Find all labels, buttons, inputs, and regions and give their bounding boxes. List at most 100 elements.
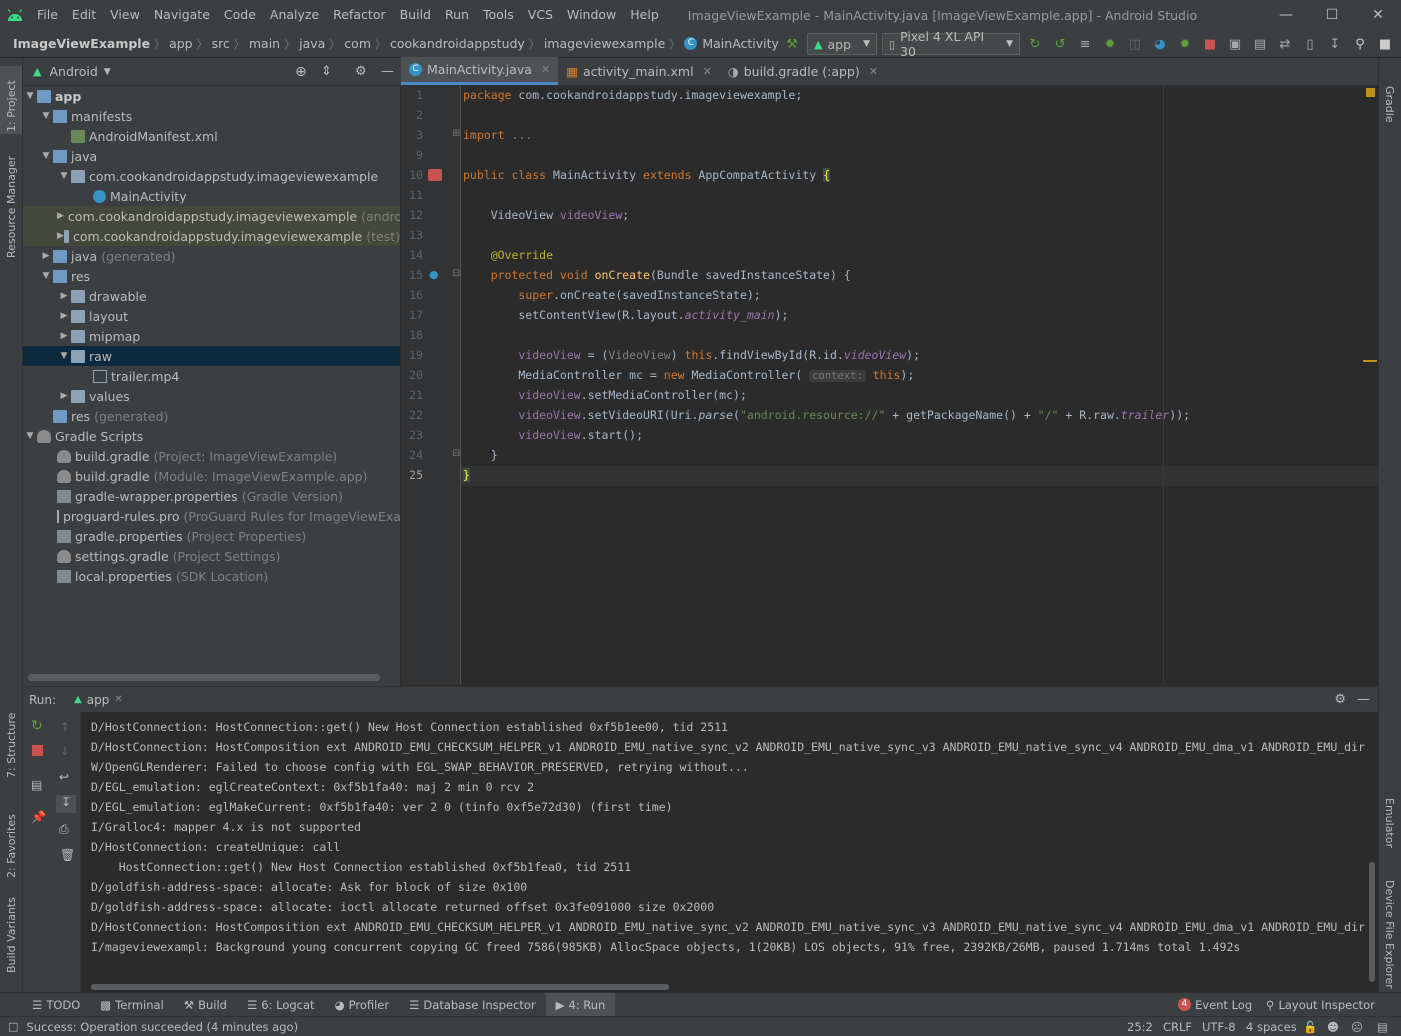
notification-icon[interactable]: ▤ <box>1377 1020 1388 1034</box>
tree-item-gradle-properties[interactable]: gradle.properties (Project Properties) <box>23 526 400 546</box>
breadcrumb-src[interactable]: src <box>212 36 230 51</box>
inspection-icon[interactable]: ☻ <box>1327 1020 1339 1034</box>
device-file-explorer-tool-tab[interactable]: Device File Explorer <box>1383 880 1396 989</box>
menu-edit[interactable]: Edit <box>65 0 103 30</box>
emulator-tool-tab[interactable]: Emulator <box>1383 798 1396 848</box>
fold-icon[interactable]: ⊟ <box>452 268 460 279</box>
print-icon[interactable]: ⎙ <box>59 822 69 837</box>
close-window-button[interactable]: ✕ <box>1355 0 1401 30</box>
gradle-tool-tab[interactable]: Gradle <box>1383 86 1396 123</box>
maximize-button[interactable]: ☐ <box>1309 0 1355 30</box>
chevron-down-icon[interactable]: ▼ <box>104 67 111 77</box>
menu-view[interactable]: View <box>103 0 147 30</box>
tree-item-mipmap[interactable]: ▶ mipmap <box>23 326 400 346</box>
tab-mainactivity-java[interactable]: C MainActivity.java ✕ <box>401 57 559 85</box>
tree-item-app[interactable]: ▼ app <box>23 86 400 106</box>
vertical-scrollbar[interactable] <box>1369 862 1375 982</box>
database-inspector-tool-button[interactable]: ☰ Database Inspector <box>399 998 545 1012</box>
terminal-tool-button[interactable]: ▩ Terminal <box>90 998 173 1012</box>
fold-icon[interactable]: ⊞ <box>452 128 460 139</box>
tree-item-package-test[interactable]: ▶ com.cookandroidappstudy.imageviewexampl… <box>23 226 400 246</box>
status-message[interactable]: Success: Operation succeeded (4 minutes … <box>26 1020 298 1034</box>
menu-tools[interactable]: Tools <box>476 0 521 30</box>
apply-code-changes-icon[interactable]: ↺ <box>1050 34 1070 54</box>
logcat-tool-button[interactable]: ☰ 6: Logcat <box>237 998 325 1012</box>
collapse-all-icon[interactable]: ⇕ <box>321 64 332 79</box>
minimize-button[interactable]: — <box>1263 0 1309 30</box>
trash-icon[interactable]: 🗑 <box>60 848 75 862</box>
tree-item-layout[interactable]: ▶ layout <box>23 306 400 326</box>
stop-icon[interactable]: ■ <box>1200 34 1220 54</box>
profiler-tool-button[interactable]: ◕ Profiler <box>325 998 400 1012</box>
event-log-tool-button[interactable]: 4 Event Log <box>1168 998 1262 1012</box>
run-class-icon[interactable] <box>428 169 442 181</box>
stop-icon[interactable] <box>32 745 43 756</box>
apply-changes-icon[interactable]: ↻ <box>1025 34 1045 54</box>
tree-item-build-gradle-module[interactable]: build.gradle (Module: ImageViewExample.ap… <box>23 466 400 486</box>
attach-debugger-icon[interactable]: ✹ <box>1175 34 1195 54</box>
tree-item-trailer-mp4[interactable]: trailer.mp4 <box>23 366 400 386</box>
tree-item-drawable[interactable]: ▶ drawable <box>23 286 400 306</box>
project-tool-tab[interactable]: 1: Project <box>5 80 18 132</box>
breadcrumb-mainactivity[interactable]: C MainActivity <box>684 36 779 51</box>
tree-item-proguard[interactable]: proguard-rules.pro (ProGuard Rules for Im… <box>23 506 400 526</box>
todo-tool-button[interactable]: ☰ TODO <box>22 998 90 1012</box>
editor-gutter[interactable]: 1 2 3 9 10 11 12 13 14 15 16 17 18 19 20… <box>401 86 461 684</box>
project-view-mode[interactable]: Android <box>49 64 97 79</box>
menu-help[interactable]: Help <box>623 0 666 30</box>
menu-refactor[interactable]: Refactor <box>326 0 392 30</box>
build-tool-button[interactable]: ⚒ Build <box>174 998 237 1012</box>
face-icon[interactable]: ☹ <box>1351 1020 1363 1034</box>
status-square-icon[interactable]: □ <box>8 1020 18 1033</box>
tree-item-build-gradle-project[interactable]: build.gradle (Project: ImageViewExample) <box>23 446 400 466</box>
scroll-to-end-icon[interactable]: ↧ <box>56 795 76 813</box>
run-console[interactable]: D/HostConnection: HostConnection::get() … <box>81 712 1378 992</box>
debug-icon[interactable]: ✹ <box>1100 34 1120 54</box>
tree-item-java[interactable]: ▼ java <box>23 146 400 166</box>
favorites-tool-tab[interactable]: 2: Favorites <box>5 814 18 878</box>
tree-item-gradle-scripts[interactable]: ▼ Gradle Scripts <box>23 426 400 446</box>
caret-position[interactable]: 25:2 <box>1127 1020 1153 1034</box>
device-select[interactable]: ▯ Pixel 4 XL API 30 ▼ <box>882 29 1020 59</box>
rerun-icon[interactable]: ↻ <box>31 718 43 734</box>
profile-icon[interactable]: ◕ <box>1150 34 1170 54</box>
layout-icon[interactable]: ▤ <box>31 778 42 792</box>
run-tab[interactable]: ▲ app ✕ <box>74 693 123 707</box>
lock-icon[interactable]: 🔓 <box>1303 1020 1317 1034</box>
hide-icon[interactable]: — <box>381 64 394 79</box>
run-config-select[interactable]: ▲ app ▼ <box>807 33 877 55</box>
breadcrumb-imageviewexample[interactable]: imageviewexample <box>544 36 666 51</box>
tree-item-local-properties[interactable]: local.properties (SDK Location) <box>23 566 400 586</box>
error-stripe-marker[interactable] <box>1363 360 1377 362</box>
breadcrumb-com[interactable]: com <box>344 36 371 51</box>
project-structure-icon[interactable]: ▣ <box>1225 34 1245 54</box>
device-manager-icon[interactable]: ▯ <box>1300 34 1320 54</box>
up-arrow-icon[interactable]: ↑ <box>60 720 70 734</box>
tree-item-androidmanifest[interactable]: AndroidManifest.xml <box>23 126 400 146</box>
tree-item-package-main[interactable]: ▼ com.cookandroidappstudy.imageviewexampl… <box>23 166 400 186</box>
menu-code[interactable]: Code <box>217 0 263 30</box>
tree-item-settings-gradle[interactable]: settings.gradle (Project Settings) <box>23 546 400 566</box>
fold-icon[interactable]: ⊟ <box>452 448 460 459</box>
soft-wrap-icon[interactable]: ↩ <box>59 770 69 784</box>
tree-item-manifests[interactable]: ▼ manifests <box>23 106 400 126</box>
menu-build[interactable]: Build <box>393 0 438 30</box>
tree-item-java-generated[interactable]: ▶ java (generated) <box>23 246 400 266</box>
close-tab-icon[interactable]: ✕ <box>869 65 878 78</box>
hide-icon[interactable]: — <box>1357 692 1370 707</box>
gear-icon[interactable]: ⚙ <box>355 64 367 79</box>
hammer-icon[interactable]: ⚒ <box>782 34 802 54</box>
crosshair-icon[interactable]: ⊕ <box>295 64 307 80</box>
breadcrumb-main[interactable]: main <box>249 36 280 51</box>
indent-setting[interactable]: 4 spaces <box>1246 1020 1297 1034</box>
sdk-manager-icon[interactable]: ↧ <box>1325 34 1345 54</box>
horizontal-scrollbar[interactable] <box>91 984 669 990</box>
menu-file[interactable]: File <box>30 0 65 30</box>
coverage-icon[interactable]: ◫ <box>1125 34 1145 54</box>
tree-item-values[interactable]: ▶ values <box>23 386 400 406</box>
breadcrumb-project[interactable]: ImageViewExample <box>13 36 150 51</box>
menu-vcs[interactable]: VCS <box>521 0 560 30</box>
override-marker-icon[interactable]: ● <box>429 268 439 281</box>
avd-manager-icon[interactable]: ▤ <box>1250 34 1270 54</box>
tree-item-mainactivity[interactable]: MainActivity <box>23 186 400 206</box>
